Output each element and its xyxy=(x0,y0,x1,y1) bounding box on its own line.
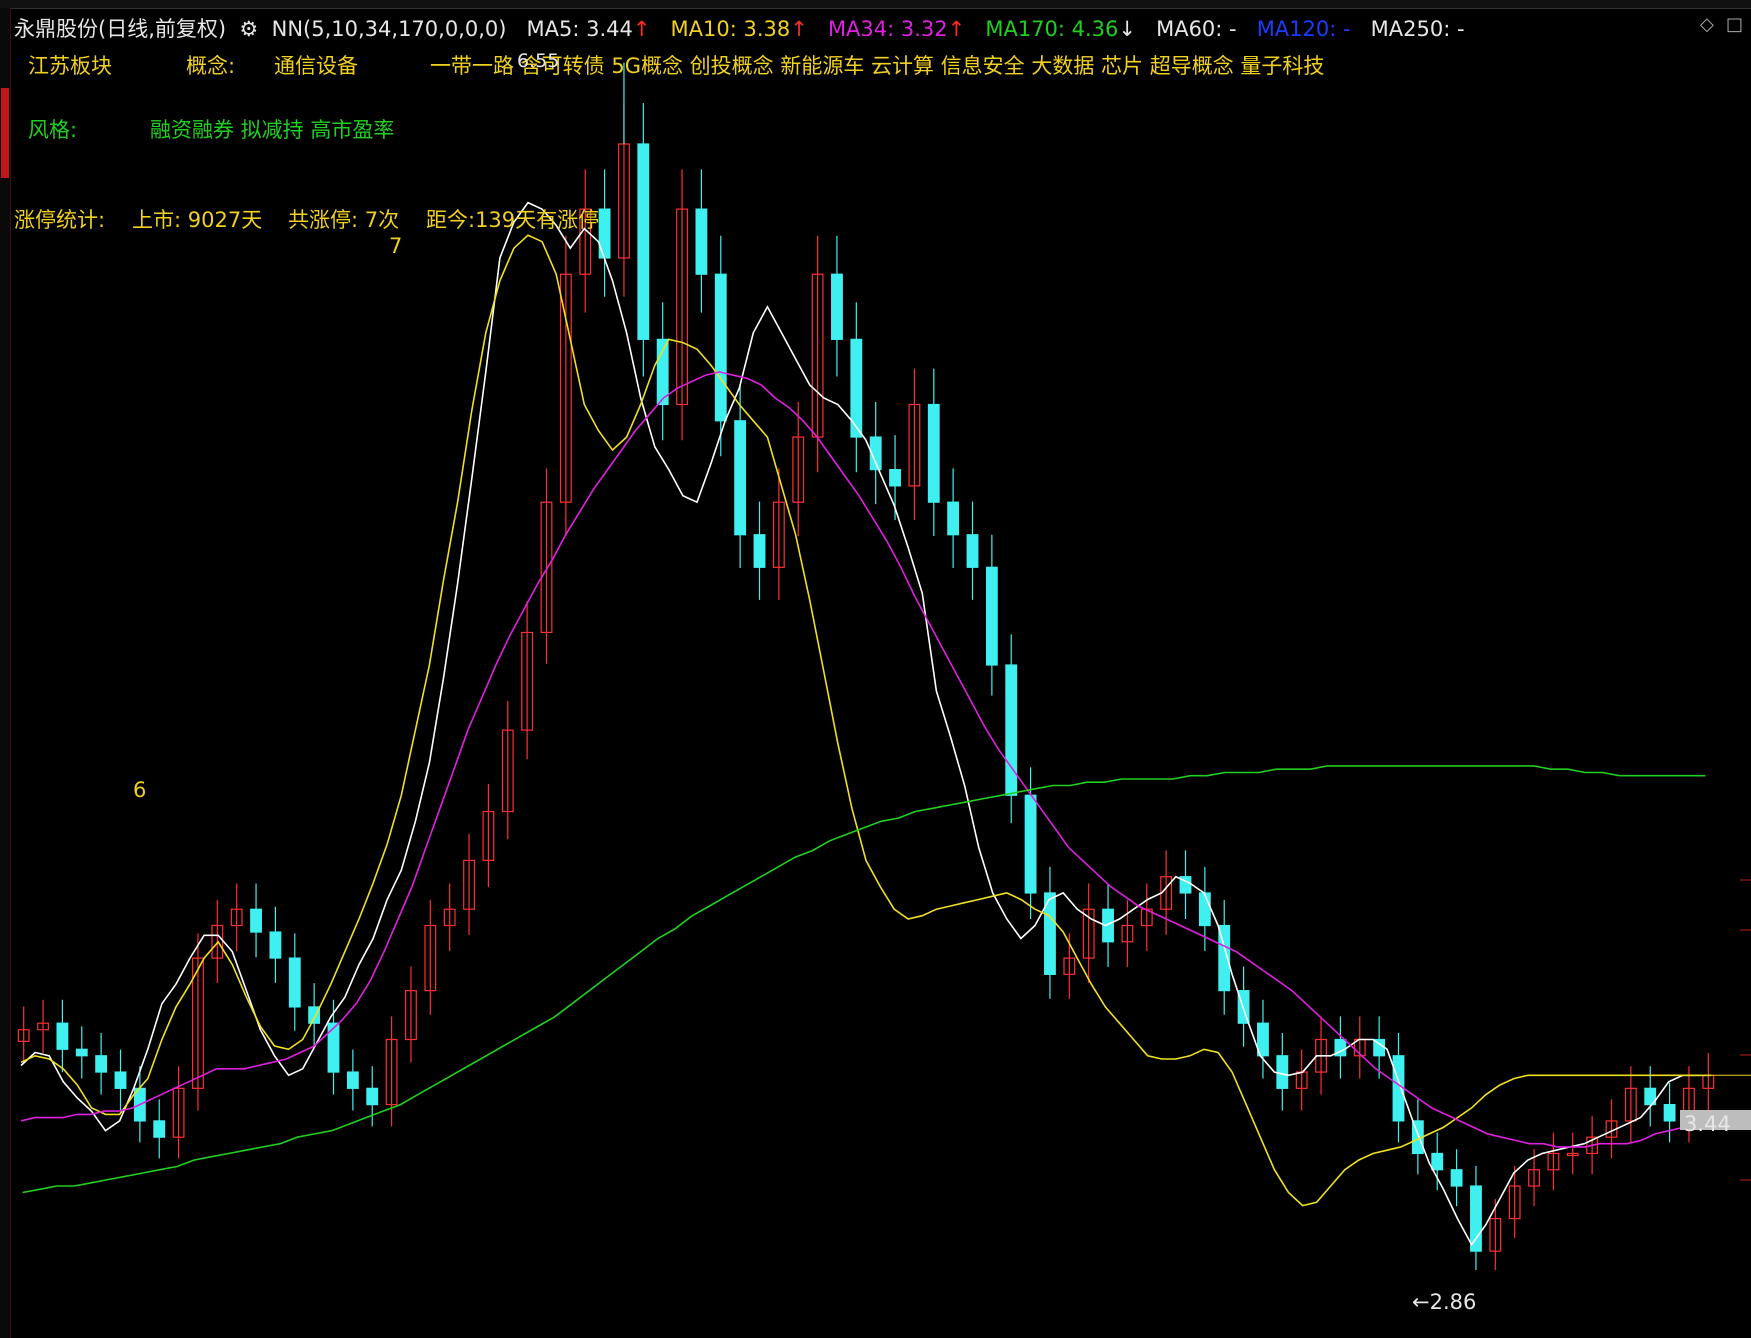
style-label: 风格: xyxy=(28,118,78,142)
ma60-value: MA60: - xyxy=(1156,17,1237,41)
ma5-up-arrow: ↑ xyxy=(632,17,651,41)
limit-marker-6: 6 xyxy=(133,778,147,802)
maximize-icon[interactable]: □ xyxy=(1726,14,1743,35)
candle-body xyxy=(714,273,727,422)
candle-body xyxy=(114,1071,127,1089)
candle-body xyxy=(985,566,998,666)
ma120-value: MA120: - xyxy=(1256,17,1351,41)
left-side-tabs[interactable] xyxy=(0,8,11,1338)
candle-body xyxy=(734,420,747,536)
ma170-value: MA170: 4.36 xyxy=(985,17,1119,41)
ma5-value: MA5: 3.44 xyxy=(526,17,633,41)
candle-body xyxy=(288,957,301,1008)
ma170-down-arrow: ↓ xyxy=(1118,17,1137,41)
candle-body xyxy=(1276,1055,1289,1089)
days-since-limit: 距今:139天有涨停 xyxy=(426,208,600,232)
candle-body xyxy=(637,143,650,340)
candle-body xyxy=(1663,1104,1676,1122)
candle-body xyxy=(366,1087,379,1106)
concept-main: 通信设备 xyxy=(274,54,358,78)
candlestick-plot[interactable] xyxy=(0,0,1751,1338)
concept-list: 一带一路 含可转债 5G概念 创投概念 新能源车 云计算 信息安全 大数据 芯片… xyxy=(430,54,1325,78)
candle-body xyxy=(250,908,262,933)
candle-body xyxy=(1198,892,1211,927)
limit-stat-label: 涨停统计: xyxy=(14,208,106,232)
candle-body xyxy=(1431,1152,1444,1171)
ma-line-ma10 xyxy=(20,234,1711,1207)
candle-body xyxy=(1470,1185,1482,1252)
candle-body xyxy=(346,1071,359,1089)
settings-icon[interactable]: ⚙ xyxy=(233,17,265,41)
region-tag: 江苏板块 xyxy=(28,54,112,78)
high-price-label: 6.55 xyxy=(517,50,560,72)
listed-days: 上市: 9027天 xyxy=(132,208,263,232)
ma10-value: MA10: 3.38 xyxy=(670,17,791,41)
style-list: 融资融券 拟减持 高市盈率 xyxy=(150,118,395,142)
period-toolbar[interactable] xyxy=(0,0,1751,9)
ma250-value: MA250: - xyxy=(1370,17,1465,41)
low-price-label: ←2.86 xyxy=(1412,1290,1477,1314)
restore-icon[interactable]: ◇ xyxy=(1700,14,1714,35)
candle-body xyxy=(927,403,940,503)
candle-body xyxy=(889,469,901,487)
candle-body xyxy=(1450,1169,1463,1187)
candle-body xyxy=(695,208,708,275)
concept-label: 概念: xyxy=(186,54,236,78)
stock-title[interactable]: 永鼎股份(日线,前复权) xyxy=(14,17,226,41)
total-limit-count: 共涨停: 7次 xyxy=(288,208,400,232)
ma-line-ma34 xyxy=(20,371,1712,1148)
limit-marker-7: 7 xyxy=(389,234,403,258)
candle-body xyxy=(75,1048,88,1057)
candle-body xyxy=(966,534,979,568)
kline-chart[interactable] xyxy=(0,0,1751,1338)
ma34-value: MA34: 3.32 xyxy=(827,17,948,41)
candle-body xyxy=(153,1120,166,1138)
indicator-header: 永鼎股份(日线,前复权) ⚙ NN(5,10,34,170,0,0,0) MA5… xyxy=(14,13,1465,43)
candle-body xyxy=(947,501,960,536)
candle-body xyxy=(269,931,282,959)
candle-body xyxy=(1392,1055,1405,1122)
last-price-label: 3.44 xyxy=(1684,1112,1731,1136)
candle-body xyxy=(56,1022,69,1050)
ma34-up-arrow: ↑ xyxy=(947,17,966,41)
candle-body xyxy=(753,534,766,568)
ma10-up-arrow: ↑ xyxy=(790,17,808,41)
active-side-tab[interactable] xyxy=(1,88,9,178)
ma-line-ma5 xyxy=(20,201,1711,1247)
indicator-name[interactable]: NN(5,10,34,170,0,0,0) xyxy=(272,17,507,41)
candle-body xyxy=(95,1055,108,1073)
candle-body xyxy=(831,273,843,340)
candle-body xyxy=(1005,664,1018,796)
candle-body xyxy=(1024,794,1037,894)
